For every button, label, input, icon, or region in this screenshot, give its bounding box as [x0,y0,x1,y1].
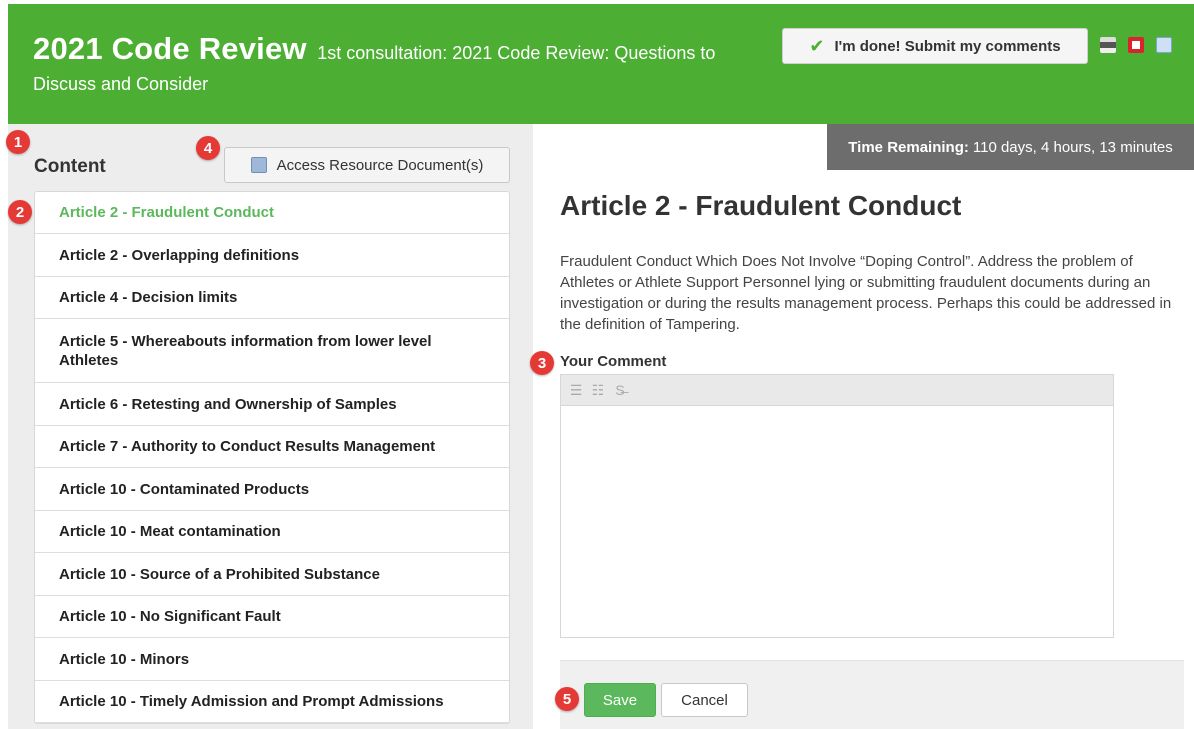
document-icon [250,157,267,173]
page-title: 2021 Code Review [33,31,307,66]
content-sidebar: Content Access Resource Document(s) Arti… [8,124,533,729]
step-marker: 4 [196,136,220,160]
submit-comments-button[interactable]: ✔ I'm done! Submit my comments [782,28,1088,64]
submit-comments-label: I'm done! Submit my comments [834,37,1061,55]
check-icon: ✔ [809,35,825,56]
cancel-button[interactable]: Cancel [661,683,748,717]
list-item[interactable]: Article 4 - Decision limits [35,277,509,319]
step-marker: 5 [555,687,579,711]
list-item[interactable]: Article 10 - Timely Admission and Prompt… [35,681,509,723]
numbered-list-icon[interactable]: ☰ [567,382,585,399]
step-marker: 3 [530,351,554,375]
time-remaining-bar: Time Remaining: 110 days, 4 hours, 13 mi… [827,124,1194,170]
list-item[interactable]: Article 10 - Contaminated Products [35,468,509,511]
header-title-block: 2021 Code Review 1st consultation: 2021 … [33,29,773,95]
content-heading: Content [34,156,106,177]
save-button[interactable]: Save [584,683,656,717]
comment-editor: ☰ ☷ S̶ [560,374,1114,638]
page-header: 2021 Code Review 1st consultation: 2021 … [8,4,1194,124]
access-resource-label: Access Resource Document(s) [276,156,484,174]
article-list: Article 2 - Fraudulent Conduct Article 2… [34,191,510,724]
mail-icon[interactable] [1156,37,1172,53]
list-item[interactable]: Article 2 - Overlapping definitions [35,234,509,277]
time-remaining-label: Time Remaining: [848,138,969,156]
list-item[interactable]: Article 10 - No Significant Fault [35,596,509,638]
editor-toolbar: ☰ ☷ S̶ [561,375,1113,406]
print-icon[interactable] [1100,37,1116,53]
list-item[interactable]: Article 10 - Meat contamination [35,511,509,553]
list-item[interactable]: Article 7 - Authority to Conduct Results… [35,426,509,468]
consultation-subtitle: 1st consultation: 2021 Code Review: Ques… [317,43,716,63]
article-title: Article 2 - Fraudulent Conduct [560,190,962,221]
consultation-subtitle-cont: Discuss and Consider [33,74,209,94]
article-description: Fraudulent Conduct Which Does Not Involv… [560,253,1172,333]
list-item[interactable]: Article 10 - Source of a Prohibited Subs… [35,553,509,596]
time-remaining-value: 110 days, 4 hours, 13 minutes [972,138,1173,156]
comment-input[interactable] [561,407,1113,637]
comment-label: Your Comment [560,353,667,370]
list-item[interactable]: Article 10 - Minors [35,638,509,681]
list-item[interactable]: Article 2 - Fraudulent Conduct [35,192,509,234]
header-action-icons [1100,37,1172,53]
step-marker: 2 [8,200,32,224]
bullet-list-icon[interactable]: ☷ [589,382,607,399]
strikethrough-icon[interactable]: S̶ [611,382,629,398]
step-marker: 1 [6,130,30,154]
pdf-icon[interactable] [1128,37,1144,53]
access-resource-button[interactable]: Access Resource Document(s) [224,147,510,183]
list-item[interactable]: Article 5 - Whereabouts information from… [35,319,509,383]
list-item[interactable]: Article 6 - Retesting and Ownership of S… [35,383,509,426]
